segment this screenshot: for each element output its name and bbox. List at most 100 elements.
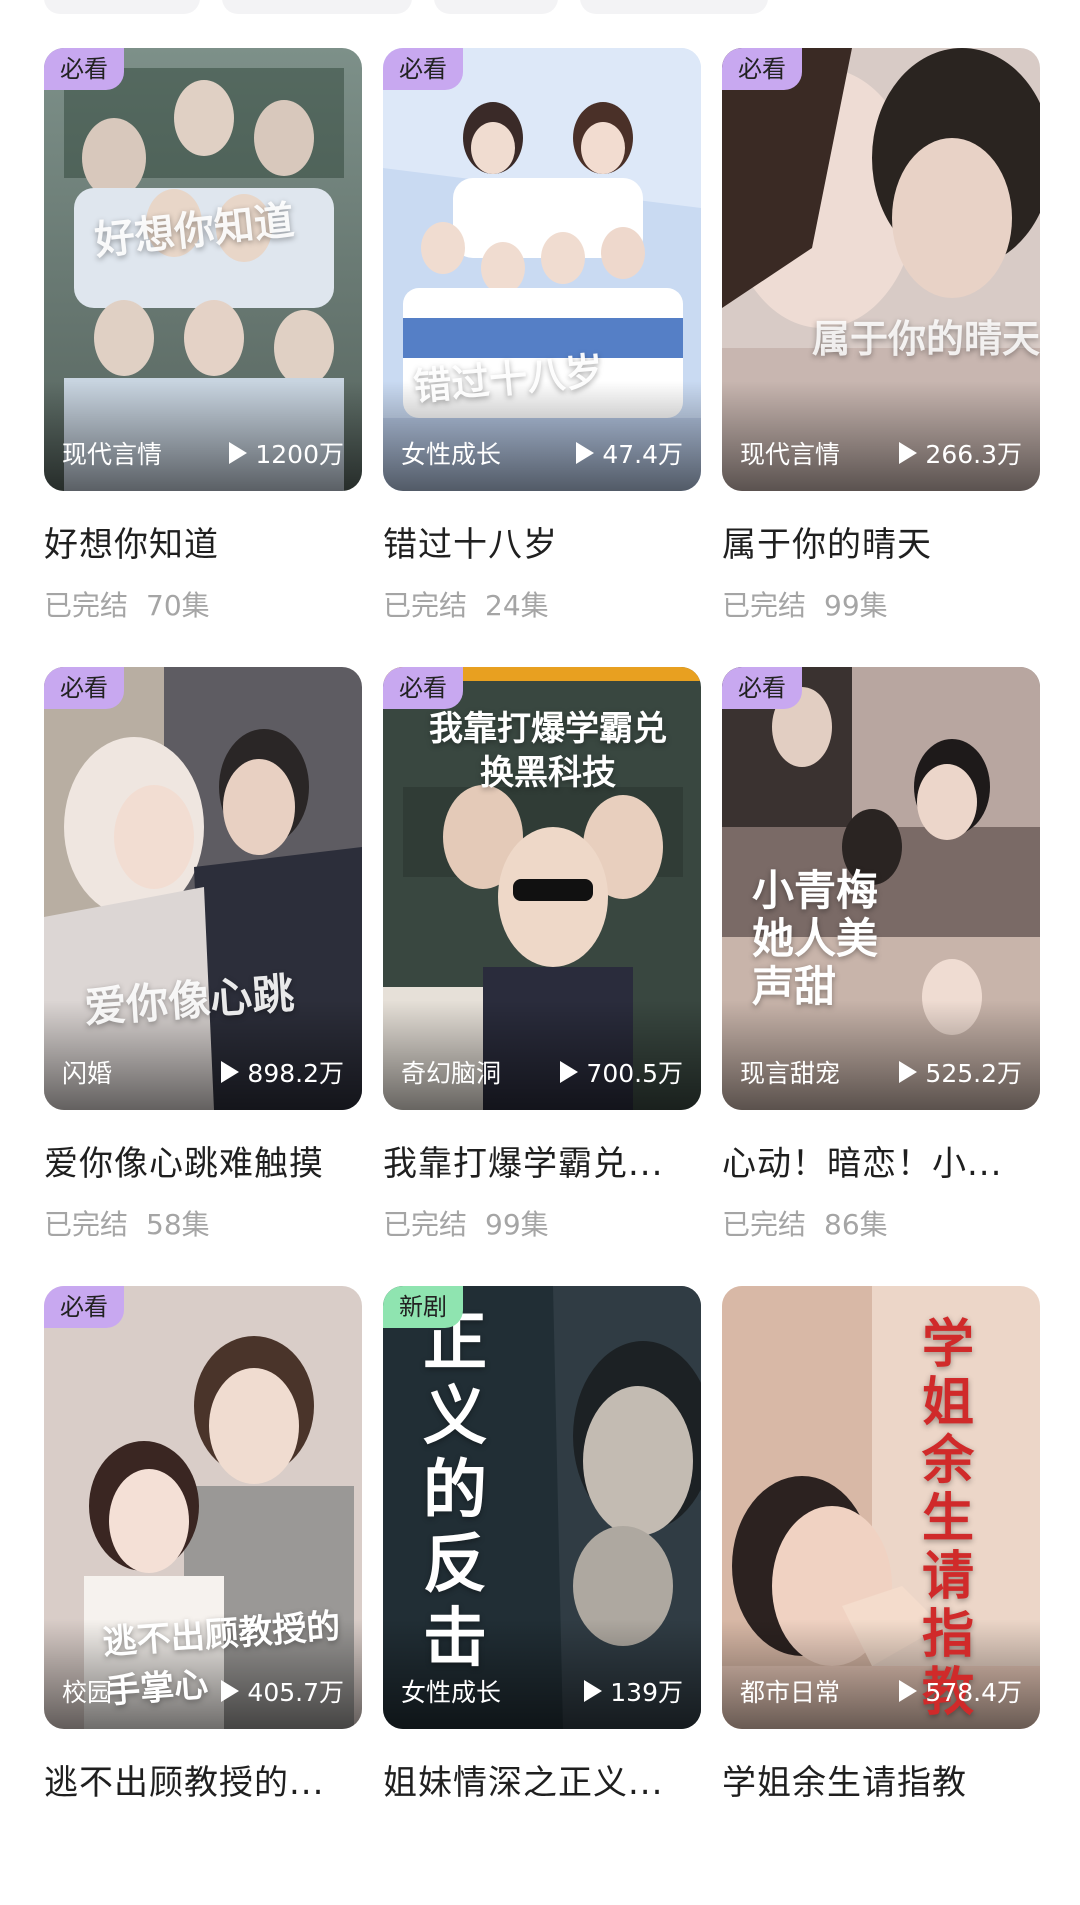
poster-meta: 现代言情 1200万	[62, 435, 344, 471]
status-text: 已完结	[44, 1208, 129, 1241]
drama-title[interactable]: 错过十八岁	[383, 517, 701, 566]
view-count-value: 47.4万	[602, 440, 683, 469]
poster-image	[722, 667, 1040, 1110]
filter-chip[interactable]	[434, 0, 558, 14]
poster-image	[44, 667, 362, 1110]
filter-chip[interactable]	[222, 0, 412, 14]
drama-poster[interactable]: 逃不出顾教授的手掌心 必看 校园 405.7万	[44, 1286, 362, 1729]
drama-status: 已完结 24集	[383, 584, 701, 624]
badge-label: 必看	[383, 48, 463, 90]
drama-card[interactable]: 正义的反击 新剧 女性成长 139万 姐妹情深之正义...	[383, 1286, 701, 1905]
drama-poster[interactable]: 错过十八岁 必看 女性成长 47.4万	[383, 48, 701, 491]
play-icon	[584, 1680, 603, 1702]
poster-meta: 奇幻脑洞 700.5万	[401, 1054, 683, 1090]
play-icon	[899, 1061, 918, 1083]
drama-card[interactable]: 逃不出顾教授的手掌心 必看 校园 405.7万 逃不出顾教授的...	[44, 1286, 362, 1905]
drama-grid: 好想你知道 必看 现代言情 1200万 好想你知道 已完结 70集 错过十八岁	[44, 48, 1040, 1905]
genre-label: 闪婚	[62, 1059, 113, 1088]
drama-card[interactable]: 错过十八岁 必看 女性成长 47.4万 错过十八岁 已完结 24集	[383, 48, 701, 667]
drama-poster[interactable]: 我靠打爆学霸兑换黑科技 必看 奇幻脑洞 700.5万	[383, 667, 701, 1110]
play-icon	[560, 1061, 579, 1083]
drama-title[interactable]: 心动！暗恋！小...	[722, 1136, 1040, 1185]
poster-meta: 都市日常 578.4万	[740, 1673, 1022, 1709]
view-count: 700.5万	[560, 1054, 683, 1090]
view-count-value: 700.5万	[586, 1059, 683, 1088]
genre-label: 现言甜宠	[740, 1059, 841, 1088]
view-count-value: 139万	[610, 1678, 683, 1707]
genre-label: 校园	[62, 1678, 113, 1707]
view-count-value: 578.4万	[925, 1678, 1022, 1707]
view-count-value: 405.7万	[247, 1678, 344, 1707]
genre-label: 现代言情	[740, 440, 841, 469]
genre-label: 现代言情	[62, 440, 163, 469]
view-count: 139万	[584, 1673, 683, 1709]
poster-image	[383, 667, 701, 1110]
play-icon	[899, 1680, 918, 1702]
badge-label: 必看	[722, 667, 802, 709]
genre-label: 奇幻脑洞	[401, 1059, 502, 1088]
status-text: 已完结	[722, 589, 807, 622]
episode-count: 99集	[485, 1208, 549, 1241]
drama-title[interactable]: 我靠打爆学霸兑...	[383, 1136, 701, 1185]
badge-label: 必看	[383, 667, 463, 709]
drama-title[interactable]: 爱你像心跳难触摸	[44, 1136, 362, 1185]
episode-count: 70集	[146, 589, 210, 622]
status-text: 已完结	[44, 589, 129, 622]
poster-image	[44, 1286, 362, 1729]
drama-title[interactable]: 姐妹情深之正义...	[383, 1755, 701, 1804]
poster-meta: 现言甜宠 525.2万	[740, 1054, 1022, 1090]
view-count: 578.4万	[899, 1673, 1022, 1709]
drama-poster[interactable]: 学姐余生请指教 都市日常 578.4万	[722, 1286, 1040, 1729]
view-count: 405.7万	[221, 1673, 344, 1709]
episode-count: 58集	[146, 1208, 210, 1241]
filter-chip[interactable]	[44, 0, 200, 14]
view-count: 266.3万	[899, 435, 1022, 471]
poster-image	[722, 1286, 1040, 1729]
drama-card[interactable]: 学姐余生请指教 都市日常 578.4万 学姐余生请指教	[722, 1286, 1040, 1905]
view-count-value: 525.2万	[925, 1059, 1022, 1088]
drama-poster[interactable]: 属于你的晴天 必看 现代言情 266.3万	[722, 48, 1040, 491]
drama-status: 已完结 99集	[722, 584, 1040, 624]
play-icon	[221, 1061, 240, 1083]
drama-poster[interactable]: 正义的反击 新剧 女性成长 139万	[383, 1286, 701, 1729]
poster-image	[722, 48, 1040, 491]
drama-title[interactable]: 属于你的晴天	[722, 517, 1040, 566]
poster-meta: 女性成长 47.4万	[401, 435, 683, 471]
view-count: 47.4万	[576, 435, 683, 471]
status-text: 已完结	[383, 589, 468, 622]
view-count-value: 266.3万	[925, 440, 1022, 469]
poster-image	[383, 1286, 701, 1729]
drama-poster[interactable]: 好想你知道 必看 现代言情 1200万	[44, 48, 362, 491]
drama-poster[interactable]: 爱你像心跳 必看 闪婚 898.2万	[44, 667, 362, 1110]
drama-card[interactable]: 爱你像心跳 必看 闪婚 898.2万 爱你像心跳难触摸 已完结 58集	[44, 667, 362, 1286]
status-text: 已完结	[722, 1208, 807, 1241]
badge-label: 必看	[44, 667, 124, 709]
drama-title[interactable]: 好想你知道	[44, 517, 362, 566]
drama-card[interactable]: 我靠打爆学霸兑换黑科技 必看 奇幻脑洞 700.5万 我靠打爆学霸兑... 已完…	[383, 667, 701, 1286]
play-icon	[221, 1680, 240, 1702]
drama-poster[interactable]: 小青梅她人美声甜 必看 现言甜宠 525.2万	[722, 667, 1040, 1110]
badge-label: 新剧	[383, 1286, 463, 1328]
drama-title[interactable]: 学姐余生请指教	[722, 1755, 1040, 1804]
play-icon	[229, 442, 248, 464]
filter-chip-row	[44, 0, 768, 14]
badge-label: 必看	[722, 48, 802, 90]
filter-chip[interactable]	[580, 0, 768, 14]
drama-title[interactable]: 逃不出顾教授的...	[44, 1755, 362, 1804]
view-count: 898.2万	[221, 1054, 344, 1090]
episode-count: 86集	[824, 1208, 888, 1241]
episode-count: 24集	[485, 589, 549, 622]
drama-card[interactable]: 小青梅她人美声甜 必看 现言甜宠 525.2万 心动！暗恋！小... 已完结 86…	[722, 667, 1040, 1286]
badge-label: 必看	[44, 1286, 124, 1328]
poster-image	[44, 48, 362, 491]
badge-label: 必看	[44, 48, 124, 90]
status-text: 已完结	[383, 1208, 468, 1241]
drama-card[interactable]: 属于你的晴天 必看 现代言情 266.3万 属于你的晴天 已完结 99集	[722, 48, 1040, 667]
poster-meta: 闪婚 898.2万	[62, 1054, 344, 1090]
genre-label: 女性成长	[401, 1678, 502, 1707]
play-icon	[576, 442, 595, 464]
genre-label: 女性成长	[401, 440, 502, 469]
view-count-value: 1200万	[255, 440, 344, 469]
drama-status: 已完结 86集	[722, 1203, 1040, 1243]
drama-card[interactable]: 好想你知道 必看 现代言情 1200万 好想你知道 已完结 70集	[44, 48, 362, 667]
